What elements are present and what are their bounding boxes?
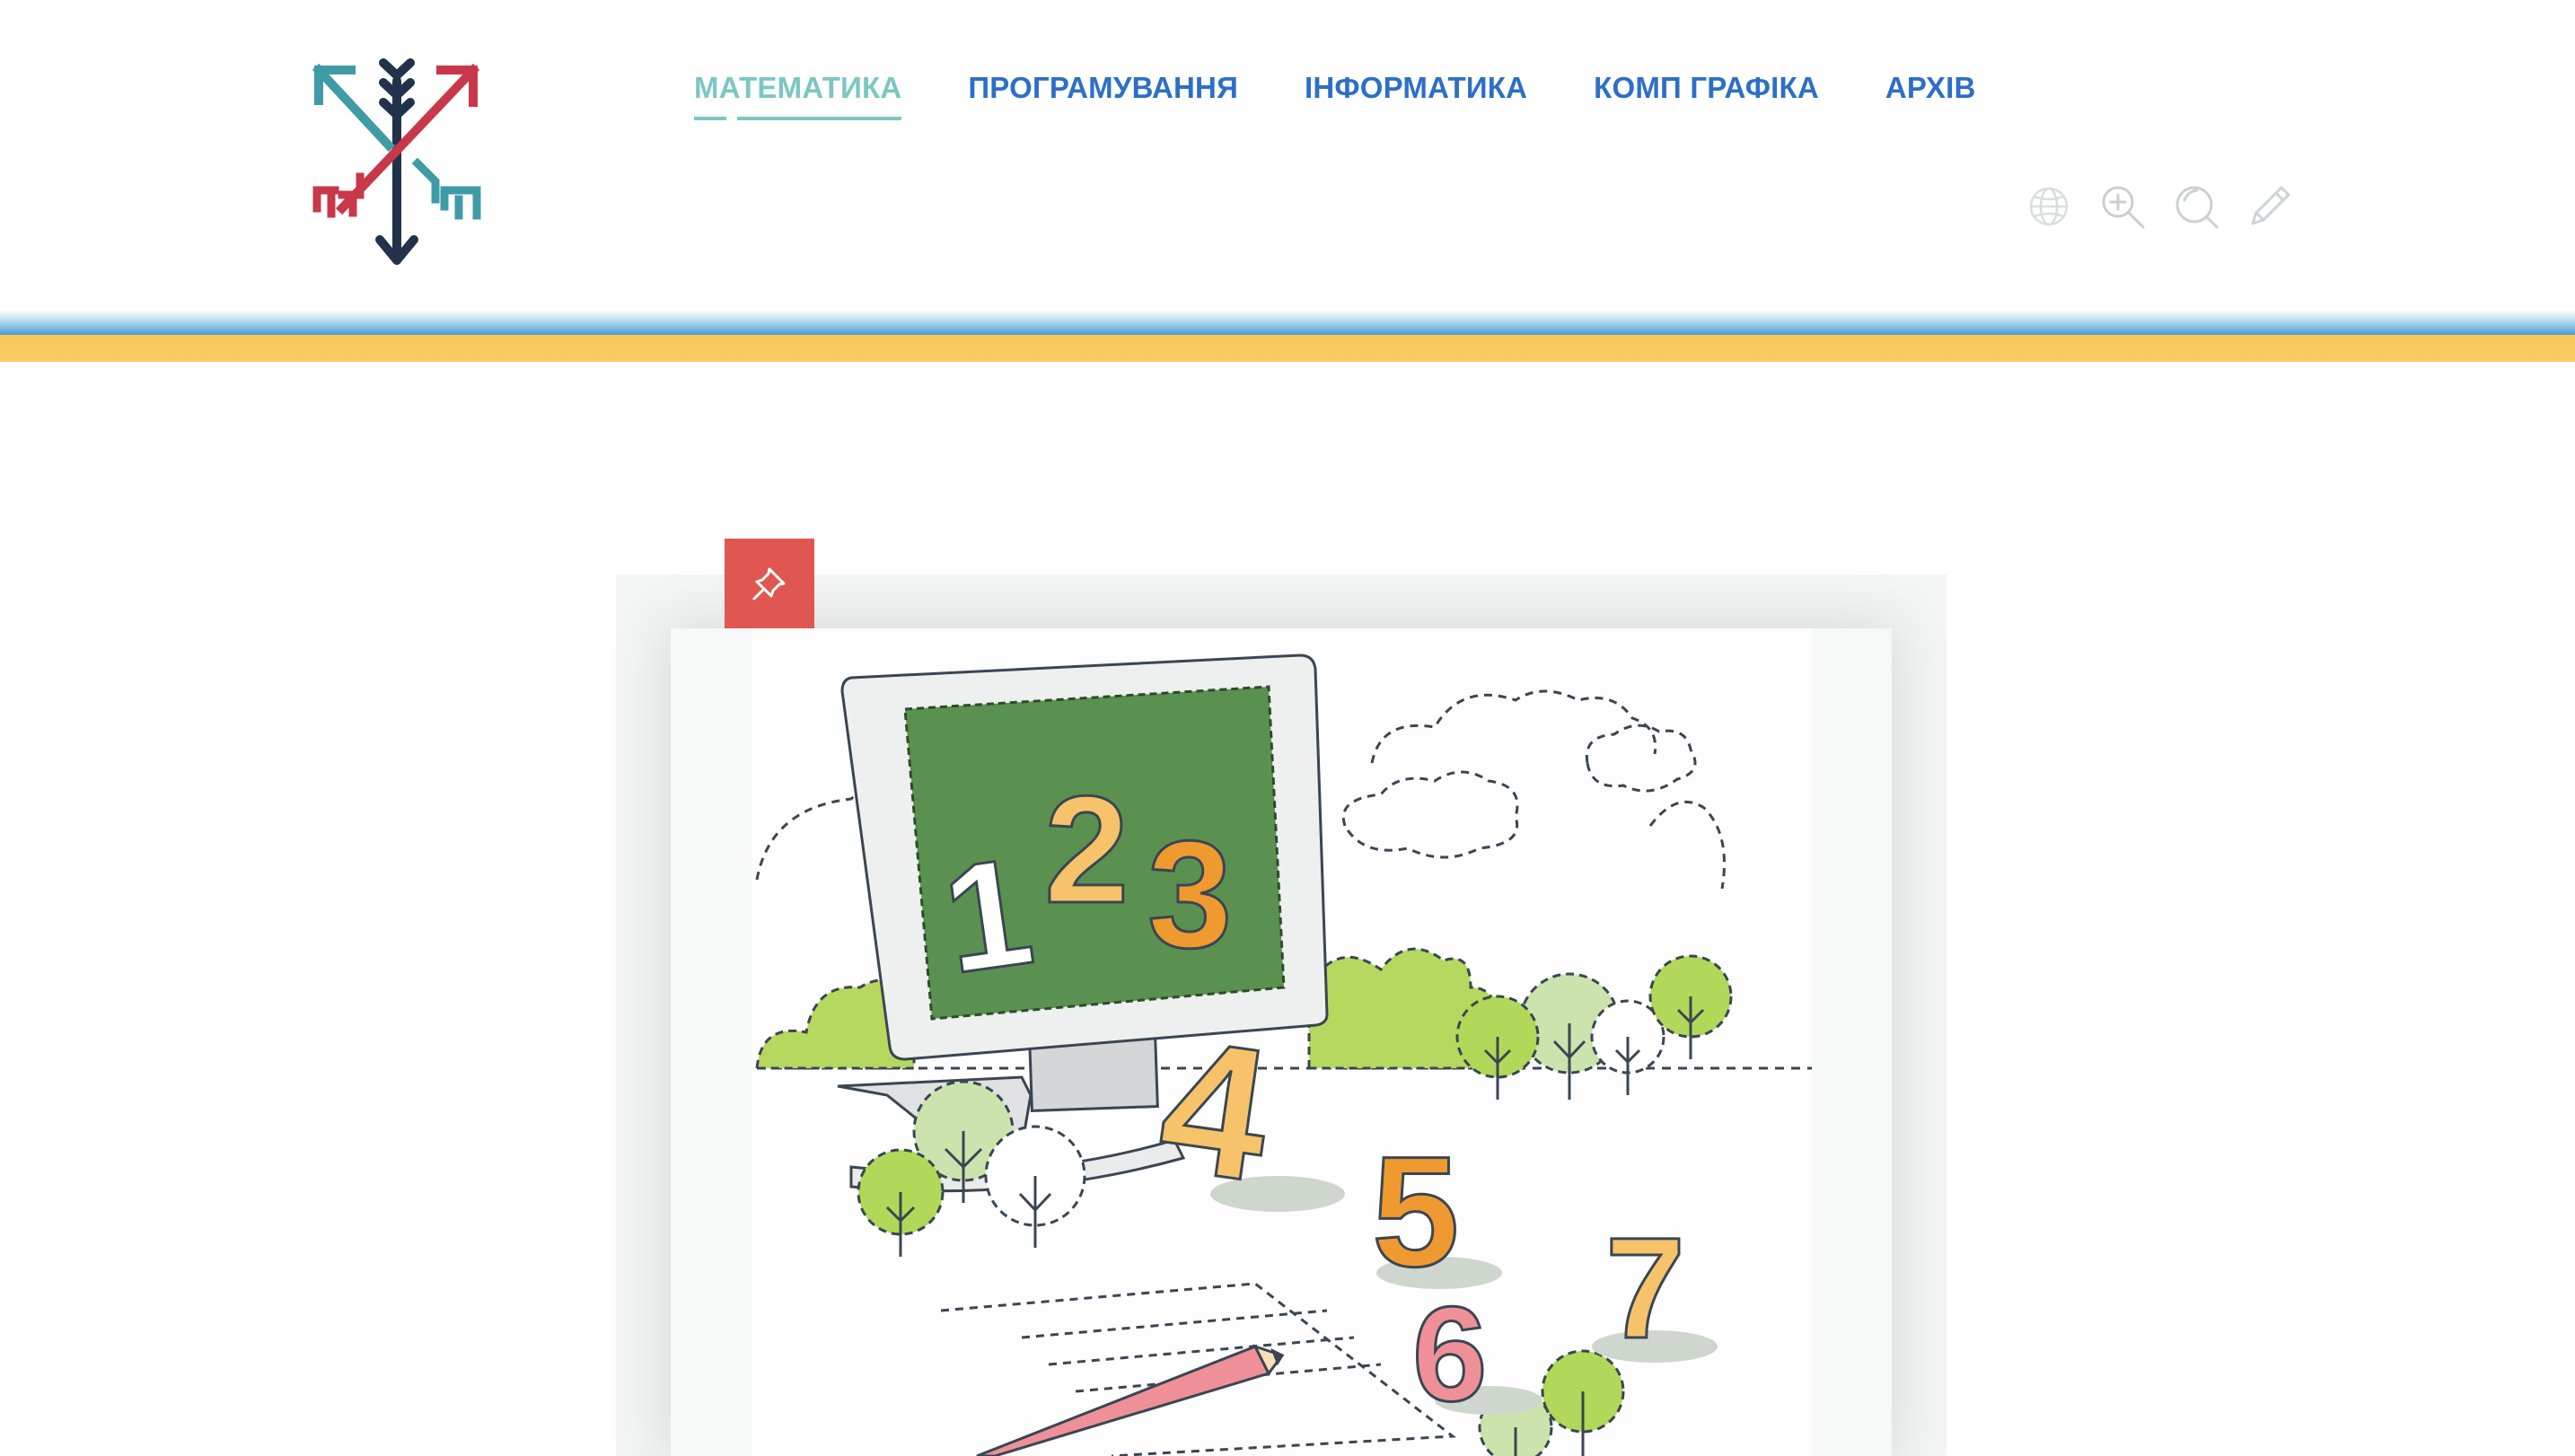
site-logo[interactable] [310, 56, 485, 276]
svg-text:3: 3 [1147, 810, 1233, 980]
nav-item-label: МАТЕМАТИКА [694, 71, 902, 104]
pin-icon [752, 567, 786, 601]
search-icon[interactable] [2172, 182, 2220, 231]
active-underline [737, 117, 902, 120]
nav-item-arkhiv[interactable]: АРХІВ [1885, 65, 1976, 111]
globe-icon[interactable] [2025, 182, 2073, 231]
nav-item-label: ІНФОРМАТИКА [1305, 71, 1528, 104]
svg-text:2: 2 [1044, 765, 1129, 935]
header-tools [2025, 182, 2294, 231]
nav-item-label: ПРОГРАМУВАННЯ [968, 71, 1239, 104]
post-featured-image[interactable]: 1 2 3 4 5 7 6 [752, 628, 1812, 1456]
nav-item-prohramuvannia[interactable]: ПРОГРАМУВАННЯ [968, 65, 1238, 111]
pencil-icon[interactable] [2245, 182, 2294, 231]
zoom-in-icon[interactable] [2098, 182, 2147, 231]
active-underline [694, 117, 726, 120]
svg-text:7: 7 [1605, 1207, 1685, 1368]
nav-item-matematyka[interactable]: МАТЕМАТИКА [694, 65, 902, 120]
header-band-yellow [0, 335, 2575, 362]
nav-item-informatyka[interactable]: ІНФОРМАТИКА [1305, 65, 1527, 111]
main-nav: МАТЕМАТИКА ПРОГРАМУВАННЯ ІНФОРМАТИКА КОМ… [694, 65, 2043, 127]
math-illustration: 1 2 3 4 5 7 6 [755, 653, 1812, 1456]
site-header: МАТЕМАТИКА ПРОГРАМУВАННЯ ІНФОРМАТИКА КОМ… [0, 0, 2575, 310]
nav-item-label: АРХІВ [1885, 71, 1976, 104]
svg-text:5: 5 [1372, 1125, 1459, 1300]
header-band-blue [0, 310, 2575, 335]
svg-text:6: 6 [1412, 1278, 1487, 1429]
nav-item-komp-hrafika[interactable]: КОМП ГРАФІКА [1594, 65, 1819, 111]
nav-item-label: КОМП ГРАФІКА [1594, 71, 1819, 104]
sticky-post-badge[interactable] [725, 539, 814, 628]
